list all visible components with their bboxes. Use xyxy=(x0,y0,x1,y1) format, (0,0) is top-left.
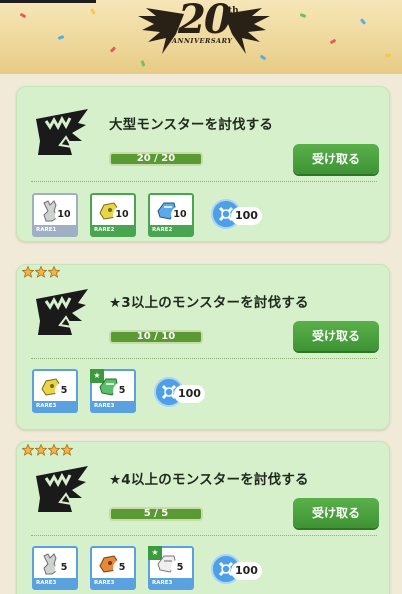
token-amount: 100 xyxy=(231,207,262,225)
reward-rarity: RARE3 xyxy=(150,578,192,588)
reward-token[interactable]: 100 xyxy=(154,377,210,411)
reward-item[interactable]: ★ 5 RARE3 xyxy=(148,546,194,590)
confetti xyxy=(90,8,96,15)
reward-rarity: RARE2 xyxy=(92,225,134,235)
claim-button[interactable]: 受け取る xyxy=(293,498,379,528)
mission-progress: 5 / 5 xyxy=(109,507,203,521)
large-monster-icon xyxy=(36,466,88,512)
star-icon xyxy=(22,266,34,278)
difficulty-stars xyxy=(22,444,73,456)
mission-title: ★3以上のモンスターを討伐する xyxy=(109,295,309,311)
large-monster-icon xyxy=(36,109,88,155)
mission-progress: 10 / 10 xyxy=(109,330,203,344)
reward-item[interactable]: 5 RARE3 xyxy=(90,546,136,590)
difficulty-stars xyxy=(22,266,60,278)
top-strip xyxy=(0,0,96,3)
reward-count: 5 xyxy=(55,559,73,577)
token-amount: 100 xyxy=(231,562,262,580)
reward-rarity: RARE2 xyxy=(150,225,192,235)
reward-count: 10 xyxy=(113,206,131,224)
reward-item[interactable]: 10 RARE2 xyxy=(90,193,136,237)
reward-item[interactable]: 10 RARE2 xyxy=(148,193,194,237)
reward-item[interactable]: 5 RARE3 xyxy=(32,369,78,413)
star-icon xyxy=(35,444,47,456)
mission-card: ★4以上のモンスターを討伐する 5 / 5 受け取る 5 RARE3 5 RAR… xyxy=(16,441,390,594)
star-icon xyxy=(35,266,47,278)
reward-item[interactable]: ★ 5 RARE3 xyxy=(90,369,136,413)
star-icon xyxy=(48,444,60,456)
reward-rarity: RARE3 xyxy=(92,578,134,588)
reward-count: 5 xyxy=(55,382,73,400)
reward-count: 10 xyxy=(171,206,189,224)
confetti xyxy=(109,46,117,53)
reward-count: 5 xyxy=(113,382,131,400)
confetti xyxy=(19,12,27,19)
reward-rarity: RARE3 xyxy=(34,401,76,411)
reward-rarity: RARE3 xyxy=(34,578,76,588)
token-amount: 100 xyxy=(174,385,205,403)
mission-progress: 20 / 20 xyxy=(109,152,203,166)
star-icon xyxy=(22,444,34,456)
confetti xyxy=(299,13,307,18)
reward-count: 10 xyxy=(55,206,73,224)
mission-card: 大型モンスターを討伐する 20 / 20 受け取る 10 RARE1 10 RA… xyxy=(16,86,390,242)
star-icon xyxy=(61,444,73,456)
progress-text: 10 / 10 xyxy=(136,331,176,342)
reward-count: 5 xyxy=(113,559,131,577)
confetti xyxy=(359,18,367,25)
divider xyxy=(31,358,377,359)
claim-button[interactable]: 受け取る xyxy=(293,321,379,351)
divider xyxy=(31,181,377,182)
claim-button[interactable]: 受け取る xyxy=(293,144,379,174)
reward-token[interactable]: 100 xyxy=(211,554,267,588)
large-monster-icon xyxy=(36,289,88,335)
star-icon xyxy=(48,266,60,278)
reward-count: 5 xyxy=(171,559,189,577)
reward-rarity: RARE3 xyxy=(92,401,134,411)
logo-number: 20 xyxy=(178,0,232,43)
divider xyxy=(31,535,377,536)
reward-rarity: RARE1 xyxy=(34,225,76,235)
mission-card: ★3以上のモンスターを討伐する 10 / 10 受け取る 5 RARE3 ★ 5… xyxy=(16,264,390,430)
mission-title: 大型モンスターを討伐する xyxy=(109,117,274,133)
mission-title: ★4以上のモンスターを討伐する xyxy=(109,472,309,488)
reward-token[interactable]: 100 xyxy=(211,199,267,233)
confetti xyxy=(57,35,65,40)
progress-text: 20 / 20 xyxy=(136,153,176,164)
logo-suffix: th xyxy=(228,6,239,16)
confetti xyxy=(329,38,337,45)
anniversary-banner: 20 th ANNIVERSARY xyxy=(0,0,402,74)
reward-item[interactable]: 10 RARE1 xyxy=(32,193,78,237)
progress-text: 5 / 5 xyxy=(143,508,169,519)
logo-text: ANNIVERSARY xyxy=(172,37,233,45)
reward-item[interactable]: 5 RARE3 xyxy=(32,546,78,590)
confetti xyxy=(384,53,392,58)
anniversary-logo: 20 th ANNIVERSARY xyxy=(138,0,270,70)
